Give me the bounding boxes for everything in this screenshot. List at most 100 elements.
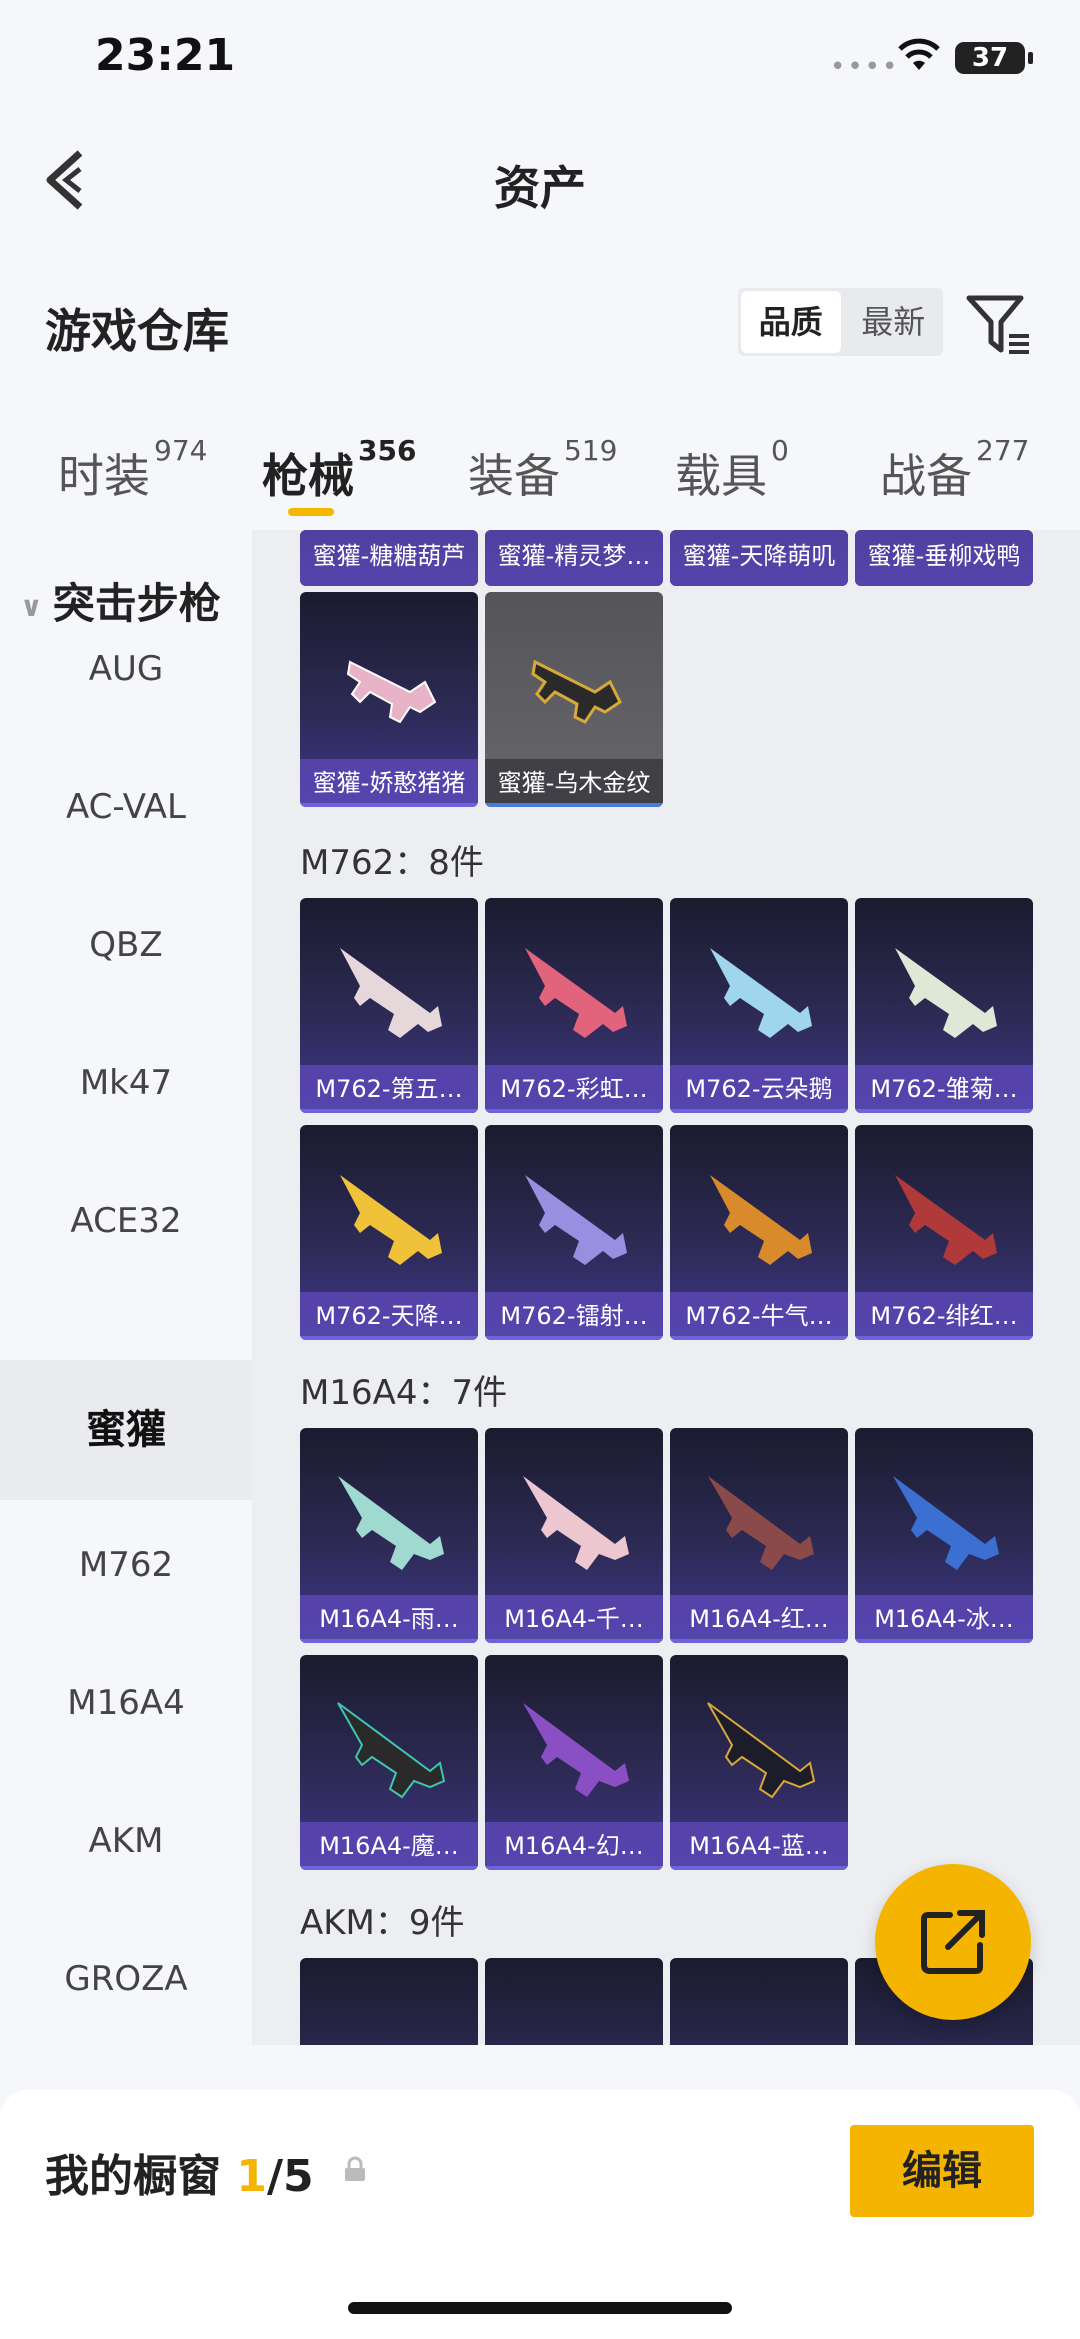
nav-header: 资产 xyxy=(0,120,1080,240)
tab-firearms[interactable]: 枪械 356 xyxy=(262,434,416,506)
sidebar-item-m16a4[interactable]: M16A4 xyxy=(0,1634,252,1772)
skin-card[interactable]: 蜜獾-娇憨猪猪 xyxy=(300,592,478,807)
showcase-count-total: /5 xyxy=(266,2151,314,2202)
rifle-icon xyxy=(525,1175,627,1265)
smg-gold-icon xyxy=(531,659,622,724)
skin-card[interactable]: M16A4-红… xyxy=(670,1428,848,1643)
rarity-edge xyxy=(670,1639,848,1643)
section-title-akm: AKM：9件 xyxy=(300,1903,465,1943)
skin-card[interactable]: M762-牛气… xyxy=(670,1125,848,1340)
rifle-icon xyxy=(707,1702,816,1799)
edit-button[interactable]: 编辑 xyxy=(850,2125,1034,2217)
skin-card[interactable]: M16A4-蓝… xyxy=(670,1655,848,1870)
tab-supplies[interactable]: 战备 277 xyxy=(880,434,1029,506)
rarity-edge xyxy=(300,1336,478,1340)
wifi-icon xyxy=(898,38,940,70)
weapon-sidebar: ∨ 突击步枪 AUG AC-VAL QBZ Mk47 ACE32 蜜獾 M762 … xyxy=(0,530,252,2045)
skin-card[interactable]: M16A4-雨… xyxy=(300,1428,478,1643)
skin-card[interactable]: M762-镭射… xyxy=(485,1125,663,1340)
rarity-edge xyxy=(485,1109,663,1113)
rarity-edge xyxy=(300,803,478,807)
rarity-edge xyxy=(485,1639,663,1643)
page-title: 资产 xyxy=(494,161,586,215)
rarity-edge xyxy=(670,1109,848,1113)
rifle-icon xyxy=(340,1175,442,1265)
rifle-icon xyxy=(523,1703,629,1797)
sidebar-item-ace32[interactable]: ACE32 xyxy=(0,1152,252,1290)
tab-fashion[interactable]: 时装 974 xyxy=(58,434,207,506)
status-bar: 23:21 •••• 37 xyxy=(0,0,1080,120)
rifle-icon xyxy=(710,948,812,1038)
section-title-m16a4: M16A4：7件 xyxy=(300,1373,508,1413)
rarity-edge xyxy=(855,1639,1033,1643)
rifle-icon xyxy=(337,1702,446,1799)
rarity-edge xyxy=(485,1866,663,1870)
skin-card[interactable]: M16A4-冰… xyxy=(855,1428,1033,1643)
sidebar-item-mk47[interactable]: Mk47 xyxy=(0,1014,252,1152)
rarity-edge xyxy=(670,1866,848,1870)
share-button[interactable] xyxy=(875,1864,1031,2020)
rarity-edge xyxy=(485,1336,663,1340)
skin-card[interactable]: M762-雏菊… xyxy=(855,898,1033,1113)
skin-card[interactable]: M762-天降… xyxy=(300,1125,478,1340)
status-time: 23:21 xyxy=(95,30,236,81)
skin-grid: 蜜獾-糖糖葫芦 蜜獾-精灵梦… 蜜獾-天降萌叽 蜜獾-垂柳戏鸭 蜜獾-娇憨猪猪 … xyxy=(252,530,1080,2045)
skin-card[interactable]: 蜜獾-垂柳戏鸭 xyxy=(855,530,1033,586)
skin-card[interactable] xyxy=(300,1958,478,2045)
signal-icon: •••• xyxy=(830,52,900,82)
rifle-icon xyxy=(523,1476,629,1570)
rarity-edge xyxy=(855,1109,1033,1113)
sidebar-item-groza[interactable]: GROZA xyxy=(0,1910,252,2048)
filter-icon[interactable] xyxy=(965,290,1033,358)
rifle-icon xyxy=(708,1476,814,1570)
rifle-icon xyxy=(340,948,442,1038)
warehouse-title: 游戏仓库 xyxy=(45,304,229,358)
sidebar-item-qbz[interactable]: QBZ xyxy=(0,876,252,1014)
sidebar-item-honey-badger[interactable]: 蜜獾 xyxy=(0,1360,252,1500)
lock-icon xyxy=(345,2156,365,2181)
battery-icon: 37 xyxy=(955,42,1033,74)
skin-card[interactable]: M16A4-幻… xyxy=(485,1655,663,1870)
rarity-edge xyxy=(855,1336,1033,1340)
showcase-label: 我的橱窗 1/5 xyxy=(45,2151,314,2202)
skin-card[interactable]: 蜜獾-天降萌叽 xyxy=(670,530,848,586)
rifle-icon xyxy=(525,948,627,1038)
rifle-icon xyxy=(893,1476,999,1570)
skin-card[interactable]: M16A4-千… xyxy=(485,1428,663,1643)
sort-toggle: 品质 最新 xyxy=(738,288,943,356)
skin-card[interactable]: 蜜獾-精灵梦… xyxy=(485,530,663,586)
rifle-icon xyxy=(895,1175,997,1265)
sidebar-item-akm[interactable]: AKM xyxy=(0,1772,252,1910)
sidebar-item-m762[interactable]: M762 xyxy=(0,1496,252,1634)
skin-card[interactable]: M762-云朵鹅 xyxy=(670,898,848,1113)
rifle-icon xyxy=(338,1476,444,1570)
tab-equipment[interactable]: 装备 519 xyxy=(468,434,617,506)
sidebar-item-ac-val[interactable]: AC-VAL xyxy=(0,738,252,876)
skin-card[interactable] xyxy=(485,1958,663,2045)
category-tabs: 时装 974 枪械 356 装备 519 载具 0 战备 277 xyxy=(0,420,1080,530)
home-indicator xyxy=(348,2302,732,2314)
skin-card[interactable]: M762-绯红… xyxy=(855,1125,1033,1340)
skin-card[interactable]: M16A4-魔… xyxy=(300,1655,478,1870)
rarity-edge xyxy=(300,1639,478,1643)
showcase-count-current: 1 xyxy=(236,2151,267,2202)
rifle-icon xyxy=(710,1175,812,1265)
tab-vehicles[interactable]: 载具 0 xyxy=(675,434,789,506)
warehouse-row: 游戏仓库 品质 最新 xyxy=(0,270,1080,370)
rarity-edge xyxy=(485,803,663,807)
skin-card[interactable]: M762-第五… xyxy=(300,898,478,1113)
active-tab-indicator xyxy=(288,508,334,516)
sort-quality-button[interactable]: 品质 xyxy=(741,291,841,353)
skin-card[interactable]: 蜜獾-乌木金纹 xyxy=(485,592,663,807)
sidebar-item-aug[interactable]: AUG xyxy=(0,600,252,738)
smg-pink-icon xyxy=(346,660,437,724)
skin-card[interactable]: 蜜獾-糖糖葫芦 xyxy=(300,530,478,586)
rarity-edge xyxy=(670,1336,848,1340)
rarity-edge xyxy=(300,1866,478,1870)
skin-card[interactable]: M762-彩虹… xyxy=(485,898,663,1113)
share-icon xyxy=(921,1910,985,1974)
rarity-edge xyxy=(300,1109,478,1113)
section-title-m762: M762：8件 xyxy=(300,843,484,883)
skin-card[interactable] xyxy=(670,1958,848,2045)
sort-latest-button[interactable]: 最新 xyxy=(844,288,944,356)
